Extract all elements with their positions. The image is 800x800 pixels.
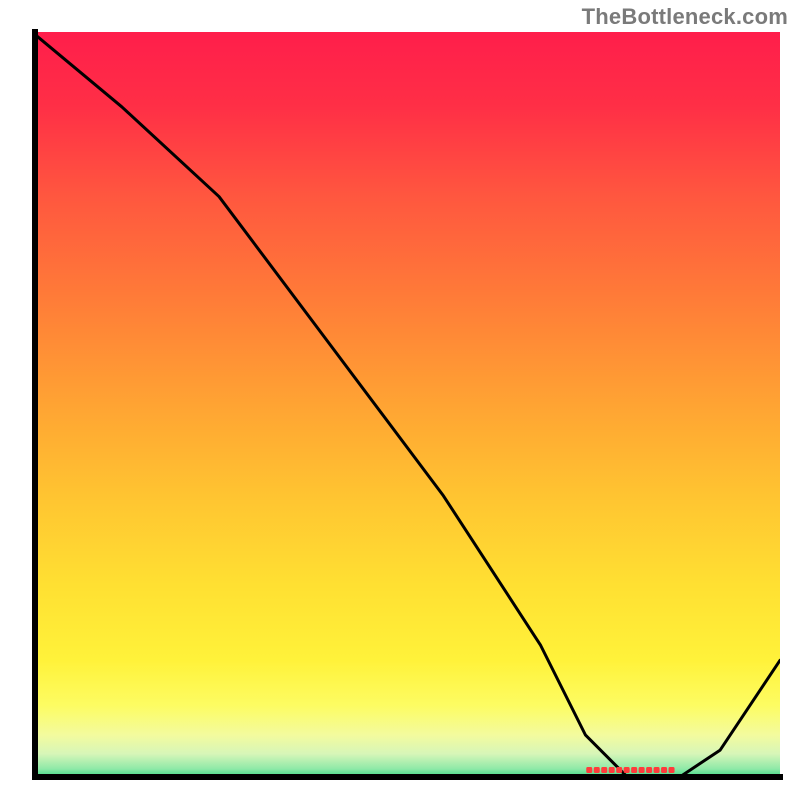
optimal-dot [631, 767, 637, 773]
optimal-dot [586, 767, 592, 773]
optimal-dot [594, 767, 600, 773]
optimal-dot [654, 767, 660, 773]
optimal-dot [646, 767, 652, 773]
optimal-dot [639, 767, 645, 773]
plot-background [32, 32, 780, 780]
chart-stage: TheBottleneck.com [0, 0, 800, 800]
optimal-dot [616, 767, 622, 773]
optimal-dot [624, 767, 630, 773]
optimal-dot [661, 767, 667, 773]
optimal-dot [669, 767, 675, 773]
optimal-dot [601, 767, 607, 773]
bottleneck-chart [0, 0, 800, 800]
watermark-text: TheBottleneck.com [582, 4, 788, 30]
optimal-dot [609, 767, 615, 773]
